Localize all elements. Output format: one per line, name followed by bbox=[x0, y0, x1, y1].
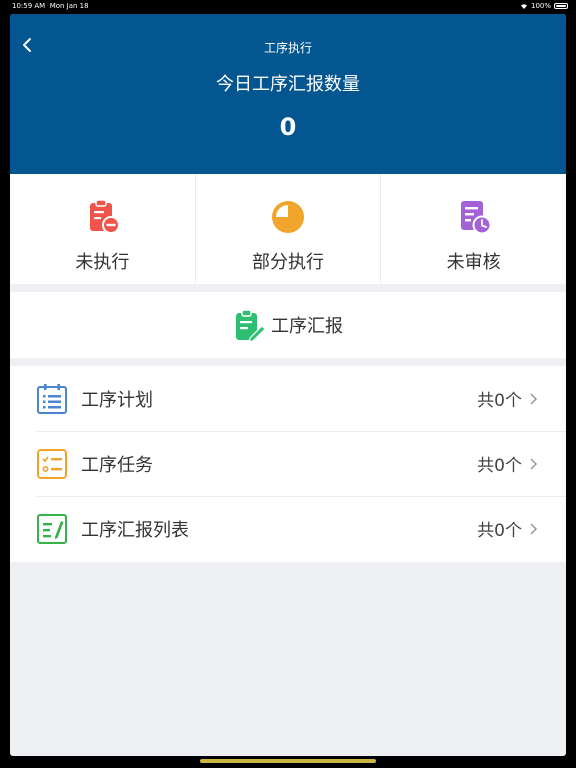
list-item-process-plan[interactable]: 工序计划 共0个 bbox=[10, 366, 566, 431]
list-item-count: 共0个 bbox=[477, 521, 522, 541]
status-bar: 10:59 AM Mon Jan 18 100% bbox=[0, 0, 576, 12]
calendar-list-icon bbox=[37, 383, 67, 414]
home-indicator[interactable] bbox=[200, 759, 376, 763]
tile-partially-executed[interactable]: 部分执行 bbox=[196, 174, 382, 284]
list-item-process-task[interactable]: 工序任务 共0个 bbox=[10, 431, 566, 496]
process-report-button[interactable]: 工序汇报 bbox=[10, 292, 566, 358]
wifi-icon bbox=[520, 4, 527, 9]
list-item-label: 工序汇报列表 bbox=[81, 519, 189, 541]
chevron-right-icon bbox=[530, 522, 538, 535]
header: 工序执行 今日工序汇报数量 0 bbox=[10, 14, 566, 174]
list-item-count: 共0个 bbox=[477, 391, 522, 411]
battery-percent: 100% bbox=[530, 2, 551, 10]
pie-chart-icon bbox=[272, 201, 304, 233]
today-report-label: 今日工序汇报数量 bbox=[216, 74, 360, 95]
status-right: 100% bbox=[520, 2, 568, 10]
page-title: 工序执行 bbox=[263, 41, 312, 55]
battery-icon bbox=[554, 3, 568, 9]
list-item-label: 工序计划 bbox=[81, 389, 153, 411]
chevron-right-icon bbox=[530, 392, 538, 405]
process-list: 工序计划 共0个 工序任务 共0个 工序汇报列表 共0个 bbox=[10, 366, 566, 562]
tile-not-executed[interactable]: 未执行 bbox=[10, 174, 196, 284]
report-edit-icon bbox=[37, 513, 67, 544]
status-tiles: 未执行 部分执行 未审核 bbox=[10, 174, 566, 284]
clipboard-edit-icon bbox=[236, 309, 265, 342]
tile-label: 未执行 bbox=[75, 252, 130, 273]
tile-label: 未审核 bbox=[446, 252, 501, 273]
document-clock-icon bbox=[460, 201, 492, 235]
status-time: 10:59 AM Mon Jan 18 bbox=[12, 2, 89, 10]
clipboard-minus-icon bbox=[90, 199, 121, 234]
today-report-count: 0 bbox=[279, 113, 297, 141]
tile-label: 部分执行 bbox=[252, 252, 324, 273]
task-checklist-icon bbox=[37, 448, 67, 479]
list-item-label: 工序任务 bbox=[81, 454, 153, 476]
list-item-process-report-list[interactable]: 工序汇报列表 共0个 bbox=[10, 496, 566, 561]
process-report-label: 工序汇报 bbox=[271, 316, 343, 337]
tile-not-reviewed[interactable]: 未审核 bbox=[381, 174, 566, 284]
list-item-count: 共0个 bbox=[477, 456, 522, 476]
app-window: 工序执行 今日工序汇报数量 0 未执行 部分执行 未审核 工序汇报 工序计划 共… bbox=[10, 14, 566, 756]
chevron-right-icon bbox=[530, 457, 538, 470]
